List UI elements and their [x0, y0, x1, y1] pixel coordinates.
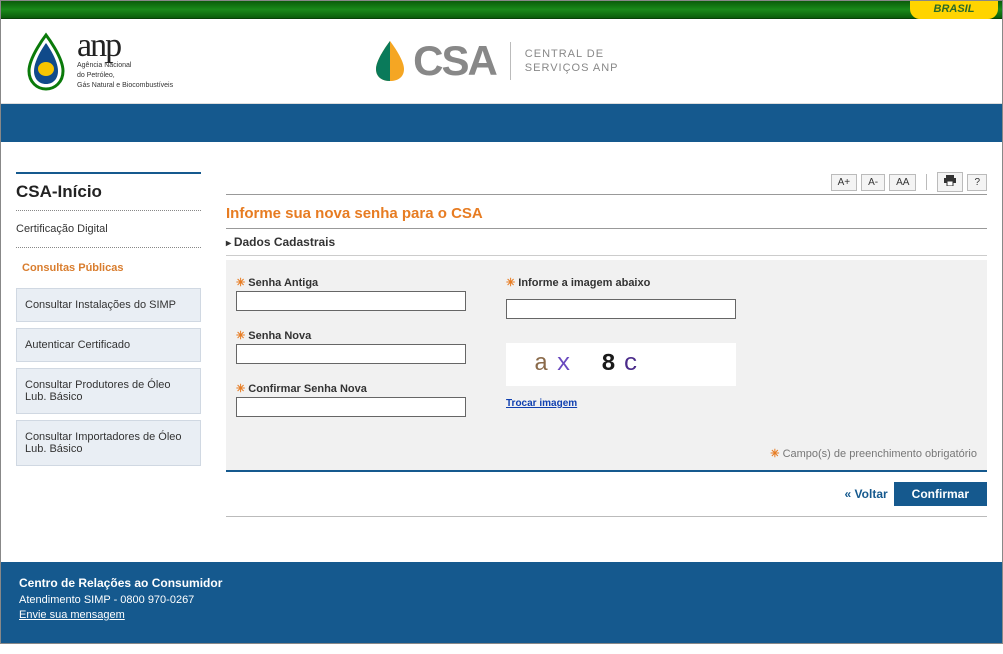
page-title: Informe sua nova senha para o CSA — [226, 201, 987, 228]
required-note: ✳ Campo(s) de preenchimento obrigatório — [236, 447, 977, 460]
anp-subtitle-1: Agência Nacional — [77, 62, 173, 70]
anp-subtitle-2: do Petróleo, — [77, 72, 173, 80]
print-button[interactable] — [937, 172, 963, 192]
change-captcha-link[interactable]: Trocar imagem — [506, 398, 736, 409]
back-link[interactable]: « Voltar — [845, 487, 888, 501]
form-area: ✳ Senha Antiga ✳ Senha Nova ✳ Confirmar … — [226, 260, 987, 472]
separator — [926, 174, 927, 190]
print-icon — [944, 175, 956, 186]
navbar — [1, 104, 1002, 142]
csa-desc-2: SERVIÇOS ANP — [525, 61, 619, 75]
footer-contact-link[interactable]: Envie sua mensagem — [19, 609, 125, 621]
subsection-label: Dados Cadastrais — [234, 235, 335, 249]
old-password-input[interactable] — [236, 291, 466, 311]
brasil-badge[interactable]: BRASIL — [910, 1, 998, 19]
sidebar-title[interactable]: CSA-Início — [16, 172, 201, 211]
footer-title: Centro de Relações ao Consumidor — [19, 576, 984, 590]
font-reset-button[interactable]: AA — [889, 174, 916, 191]
confirm-button[interactable]: Confirmar — [894, 482, 987, 506]
top-gov-bar: BRASIL — [1, 1, 1002, 19]
sidebar-section-header: Consultas Públicas — [16, 248, 201, 288]
confirm-password-label: ✳ Confirmar Senha Nova — [236, 382, 466, 395]
font-increase-button[interactable]: A+ — [831, 174, 858, 191]
help-button[interactable]: ? — [967, 174, 987, 191]
actions-bar: « Voltar Confirmar — [226, 472, 987, 517]
csa-logo-text: CSA — [413, 37, 496, 85]
logo-anp[interactable]: anp Agência Nacional do Petróleo, Gás Na… — [21, 31, 173, 91]
logo-csa: CSA CENTRAL DE SERVIÇOS ANP — [373, 37, 618, 85]
new-password-label: ✳ Senha Nova — [236, 329, 466, 342]
header: anp Agência Nacional do Petróleo, Gás Na… — [1, 19, 1002, 104]
footer: Centro de Relações ao Consumidor Atendim… — [1, 562, 1002, 643]
captcha-image: ax 8c — [506, 343, 736, 386]
anp-drop-icon — [21, 31, 71, 91]
sidebar-item-produtores[interactable]: Consultar Produtores de Óleo Lub. Básico — [16, 368, 201, 414]
sidebar-item-importadores[interactable]: Consultar Importadores de Óleo Lub. Bási… — [16, 420, 201, 466]
sidebar-item-simp[interactable]: Consultar Instalações do SIMP — [16, 288, 201, 322]
csa-drop-icon — [373, 39, 407, 83]
captcha-input[interactable] — [506, 299, 736, 319]
toolbar: A+ A- AA ? — [226, 172, 987, 195]
sidebar-cert-link[interactable]: Certificação Digital — [16, 217, 201, 248]
csa-desc-1: CENTRAL DE — [525, 47, 619, 61]
captcha-label: ✳ Informe a imagem abaixo — [506, 276, 736, 289]
anp-subtitle-3: Gás Natural e Biocombustíveis — [77, 82, 173, 90]
divider — [510, 42, 511, 80]
anp-logo-text: anp — [77, 32, 173, 60]
new-password-input[interactable] — [236, 344, 466, 364]
old-password-label: ✳ Senha Antiga — [236, 276, 466, 289]
footer-phone: Atendimento SIMP - 0800 970-0267 — [19, 594, 984, 606]
confirm-password-input[interactable] — [236, 397, 466, 417]
content: A+ A- AA ? Informe sua nova senha para o… — [226, 172, 987, 522]
sidebar-item-autenticar[interactable]: Autenticar Certificado — [16, 328, 201, 362]
subsection-header[interactable]: Dados Cadastrais — [226, 228, 987, 256]
sidebar: CSA-Início Certificação Digital Consulta… — [16, 172, 201, 522]
font-decrease-button[interactable]: A- — [861, 174, 885, 191]
